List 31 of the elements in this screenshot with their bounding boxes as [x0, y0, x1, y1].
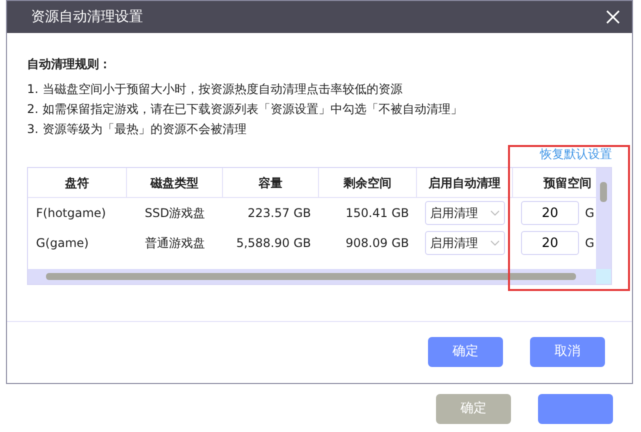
dropdown[interactable]: 启用清理: [425, 201, 505, 225]
rules-heading: 自动清理规则：: [27, 56, 112, 73]
close-icon[interactable]: [606, 10, 620, 24]
chevron-down-icon: [490, 240, 500, 246]
window-title: 资源自动清理设置: [31, 8, 143, 26]
vertical-scrollbar[interactable]: [596, 168, 611, 270]
unit-label: G: [585, 205, 594, 222]
column-header: 盘符: [28, 168, 127, 198]
chevron-down-icon: [490, 210, 500, 216]
scrollbar-corner: [596, 269, 611, 284]
column-header: 启用自动清理: [417, 168, 513, 198]
unit-label: G: [585, 235, 594, 252]
table-cell-text: 908.09 GB: [346, 235, 409, 252]
table-cell-text: F(hotgame): [36, 205, 106, 222]
rule-text: 2. 如需保留指定游戏，请在已下载资源列表「资源设置」中勾选「不被自动清理」: [27, 101, 464, 118]
horizontal-scrollbar[interactable]: [28, 269, 596, 284]
input-field[interactable]: 20: [521, 201, 579, 225]
column-header: 容量: [223, 168, 319, 198]
table-cell-text: 5,588.90 GB: [236, 235, 311, 252]
input-field[interactable]: 20: [521, 231, 579, 255]
dropdown[interactable]: 启用清理: [425, 231, 505, 255]
table-cell-text: 150.41 GB: [346, 205, 409, 222]
rule-text: 1. 当磁盘空间小于预留大小时，按资源热度自动清理点击率较低的资源: [27, 81, 404, 98]
table-cell-text: G(game): [36, 235, 89, 252]
table-cell-text: SSD游戏盘: [144, 205, 206, 222]
column-header: 剩余空间: [319, 168, 417, 198]
table-cell-text: 普通游戏盘: [145, 235, 205, 252]
column-header: 磁盘类型: [127, 168, 223, 198]
rule-text: 3. 资源等级为「最热」的资源不会被清理: [27, 121, 248, 138]
table-cell-text: 223.57 GB: [248, 205, 311, 222]
dialog-button[interactable]: [538, 394, 613, 424]
